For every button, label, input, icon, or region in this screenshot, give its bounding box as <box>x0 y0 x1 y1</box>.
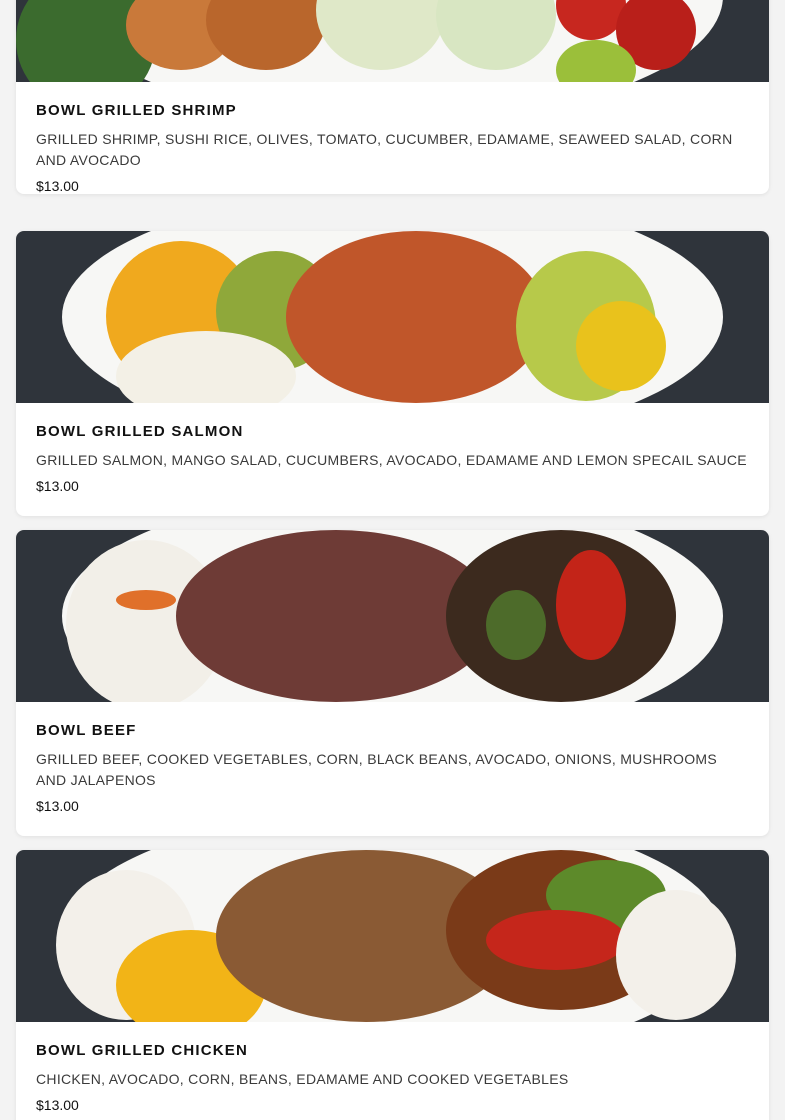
menu-item-price: $13.00 <box>36 798 79 814</box>
menu-item-description: GRILLED SALMON, MANGO SALAD, CUCUMBERS, … <box>36 452 747 468</box>
menu-item-name: BOWL GRILLED SHRIMP <box>36 102 237 119</box>
menu-list: BOWL GRILLED SHRIMP GRILLED SHRIMP, SUSH… <box>0 0 785 1120</box>
menu-item-name: BOWL GRILLED CHICKEN <box>36 1042 249 1059</box>
menu-item-name: BOWL BEEF <box>36 722 137 739</box>
menu-item-description: GRILLED BEEF, COOKED VEGETABLES, CORN, B… <box>36 751 718 788</box>
menu-item-price: $13.00 <box>36 178 79 194</box>
menu-item-price: $13.00 <box>36 478 79 494</box>
menu-item-photo-beef <box>16 530 769 702</box>
menu-item-card-grilled-salmon[interactable]: BOWL GRILLED SALMON GRILLED SALMON, MANG… <box>16 231 769 516</box>
menu-item-photo-grilled-chicken <box>16 850 769 1022</box>
menu-item-card-grilled-chicken[interactable]: BOWL GRILLED CHICKEN CHICKEN, AVOCADO, C… <box>16 850 769 1120</box>
menu-item-photo-grilled-shrimp <box>16 0 769 82</box>
menu-item-description: GRILLED SHRIMP, SUSHI RICE, OLIVES, TOMA… <box>36 131 733 168</box>
menu-item-name: BOWL GRILLED SALMON <box>36 423 244 440</box>
menu-item-card-grilled-shrimp[interactable]: BOWL GRILLED SHRIMP GRILLED SHRIMP, SUSH… <box>16 0 769 194</box>
menu-item-description: CHICKEN, AVOCADO, CORN, BEANS, EDAMAME A… <box>36 1071 569 1087</box>
menu-item-price: $13.00 <box>36 1097 79 1113</box>
menu-item-photo-grilled-salmon <box>16 231 769 403</box>
menu-item-card-beef[interactable]: BOWL BEEF GRILLED BEEF, COOKED VEGETABLE… <box>16 530 769 836</box>
